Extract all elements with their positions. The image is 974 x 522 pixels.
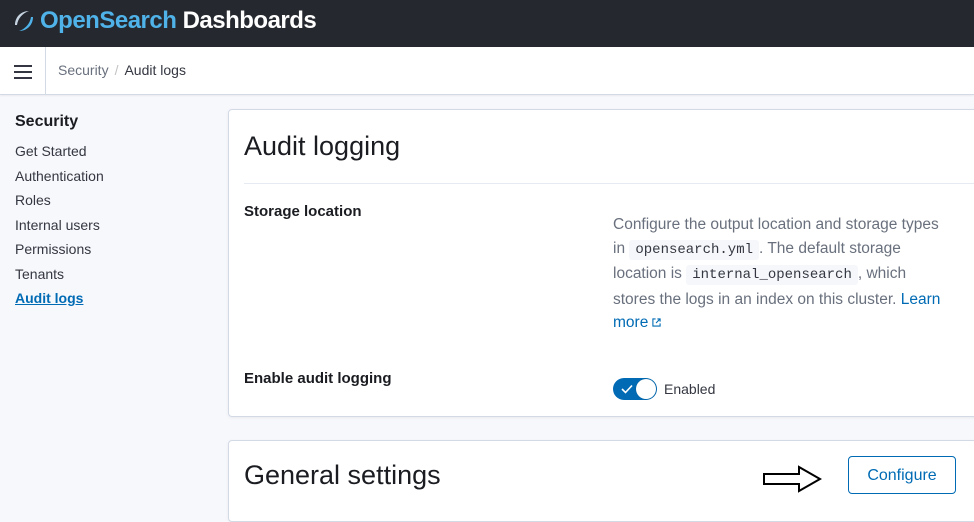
audit-logging-panel: Audit logging Storage location Configure…: [228, 109, 974, 417]
sidebar-item-roles[interactable]: Roles: [15, 192, 215, 217]
breadcrumb-audit-logs: Audit logs: [124, 62, 186, 78]
storage-location-description: Configure the output location and storag…: [613, 213, 943, 335]
side-navigation: Security Get Started Authentication Role…: [15, 113, 215, 315]
arrow-right-icon: [763, 465, 822, 493]
audit-logging-switch: Enabled: [613, 378, 715, 400]
sidebar-item-authentication[interactable]: Authentication: [15, 168, 215, 193]
logo-word-search: Search: [99, 7, 177, 34]
check-icon: [621, 384, 633, 394]
divider: [244, 183, 974, 184]
sidebar-item-tenants[interactable]: Tenants: [15, 266, 215, 291]
opensearch-logo[interactable]: OpenSearch Dashboards: [11, 7, 317, 35]
toggle-knob: [636, 379, 656, 399]
enable-audit-logging-label: Enable audit logging: [244, 370, 392, 387]
toggle-state-label: Enabled: [664, 381, 716, 397]
sidebar-item-audit-logs[interactable]: Audit logs: [15, 290, 215, 315]
sidebar-item-get-started[interactable]: Get Started: [15, 143, 215, 168]
code-opensearch-yml: opensearch.yml: [629, 239, 759, 260]
sidebar-item-internal-users[interactable]: Internal users: [15, 217, 215, 242]
external-link-icon: [652, 318, 661, 328]
divider: [45, 47, 46, 94]
breadcrumb-separator: /: [114, 62, 119, 78]
breadcrumb-security[interactable]: Security: [58, 62, 109, 78]
opensearch-logo-icon: [15, 11, 33, 31]
menu-icon[interactable]: [14, 65, 32, 79]
storage-location-label: Storage location: [244, 203, 362, 220]
breadcrumb: Security / Audit logs: [58, 62, 186, 78]
logo-word-dashboards: Dashboards: [176, 7, 317, 34]
app-title: OpenSearch Dashboards: [40, 7, 317, 35]
panel-title-general-settings: General settings: [244, 460, 441, 490]
sidebar-item-permissions[interactable]: Permissions: [15, 241, 215, 266]
top-header: OpenSearch Dashboards: [0, 0, 974, 47]
breadcrumb-bar: Security / Audit logs: [0, 47, 974, 95]
enable-audit-logging-toggle[interactable]: [613, 378, 657, 400]
sidenav-title: Security: [15, 113, 79, 130]
configure-button[interactable]: Configure: [848, 456, 956, 494]
code-internal-opensearch: internal_opensearch: [686, 265, 858, 286]
logo-word-open: Open: [40, 7, 100, 34]
panel-title-audit-logging: Audit logging: [244, 131, 401, 161]
